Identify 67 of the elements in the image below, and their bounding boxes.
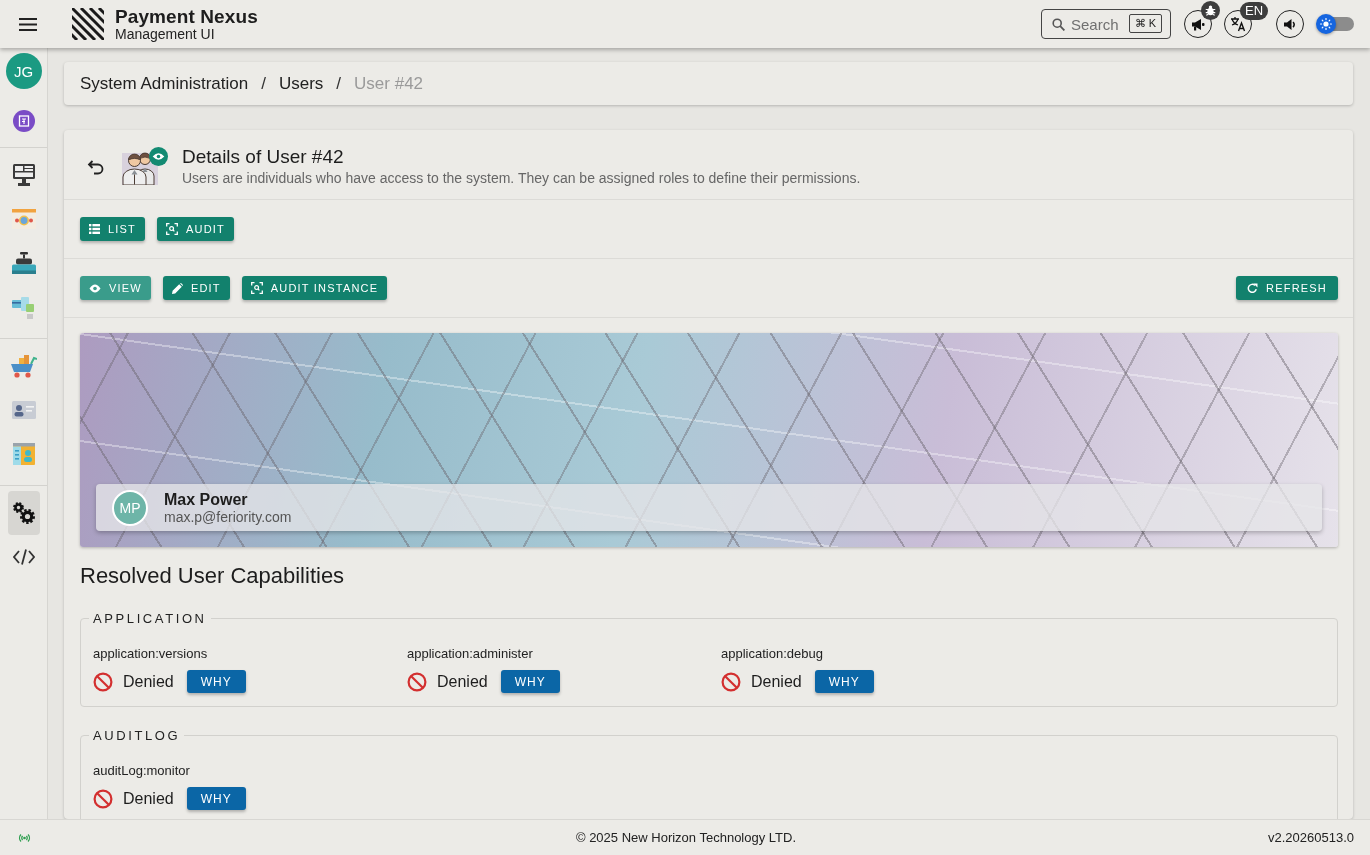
pencil-icon: [171, 282, 183, 294]
group-label: AUDITLOG: [92, 728, 182, 743]
scan-icon: [166, 223, 179, 235]
eye-icon: [89, 283, 101, 293]
status-text: Denied: [751, 672, 802, 691]
code-icon: [12, 549, 35, 565]
eye-badge-icon: [149, 147, 168, 166]
status-text: Denied: [437, 672, 488, 691]
page-description: Users are individuals who have access to the system. They can be assigned roles to define their permissions.: [182, 169, 861, 188]
breadcrumb-link[interactable]: System Administration: [80, 73, 249, 94]
why-button[interactable]: WHY: [814, 670, 874, 693]
search-icon: [1052, 18, 1065, 31]
refresh-button[interactable]: REFRESH: [1236, 276, 1338, 300]
scan-icon: [250, 282, 263, 294]
why-button[interactable]: WHY: [186, 670, 246, 693]
page-title: Details of User #42: [182, 146, 345, 168]
users-icon: [122, 149, 159, 185]
copyright-text: © 2025 New Horizon Technology LTD.: [575, 830, 797, 845]
user-email: max.p@feriority.com: [164, 508, 292, 526]
browser-gear-icon: [11, 209, 36, 229]
audit-button[interactable]: AUDIT: [157, 217, 235, 241]
brand-title: Payment Nexus: [115, 7, 258, 26]
user-avatar: MP: [112, 489, 148, 526]
list-icon: [89, 224, 100, 234]
capability-name: application:versions: [93, 646, 209, 662]
menu-icon[interactable]: [19, 17, 37, 31]
speaker-icon: [1283, 17, 1297, 31]
shortcut-hint: ⌘ K: [1128, 14, 1162, 33]
brand-subtitle: Management UI: [115, 27, 216, 41]
why-button[interactable]: WHY: [500, 670, 560, 693]
capability-name: application:administer: [407, 646, 534, 662]
audit-instance-button[interactable]: AUDIT INSTANCE: [241, 276, 388, 300]
version-text: v2.20260513.0: [1267, 830, 1354, 845]
breadcrumb-separator: /: [261, 73, 266, 94]
status-text: Denied: [123, 789, 174, 808]
view-button[interactable]: VIEW: [80, 276, 151, 300]
logo-icon: [72, 8, 104, 40]
user-avatar[interactable]: JG: [5, 53, 42, 89]
section-title: Resolved User Capabilities: [80, 562, 346, 590]
user-name: Max Power: [164, 489, 249, 509]
contacts-icon: [12, 443, 35, 465]
list-button[interactable]: LIST: [80, 217, 146, 241]
capability-name: application:debug: [721, 646, 824, 662]
breadcrumb-current: User #42: [354, 73, 424, 94]
sun-icon: [1320, 18, 1332, 30]
cash-register-icon: [11, 252, 36, 274]
cart-icon: [10, 354, 37, 378]
capability-name: auditLog:monitor: [93, 763, 191, 779]
why-button[interactable]: WHY: [186, 787, 246, 810]
bug-badge-icon: [1201, 1, 1220, 20]
refresh-icon: [1247, 282, 1259, 294]
megaphone-icon: [1191, 17, 1205, 31]
status-text: Denied: [123, 672, 174, 691]
settings-icon: [12, 502, 35, 524]
id-card-icon: [11, 401, 36, 419]
theme-switch[interactable]: [1316, 14, 1356, 34]
breadcrumb-separator: /: [336, 73, 342, 94]
devices-icon: [11, 295, 36, 319]
breadcrumb-link[interactable]: Users: [278, 73, 324, 94]
group-label: APPLICATION: [92, 611, 208, 626]
emblem-icon[interactable]: [12, 110, 35, 132]
switch-thumb[interactable]: [1316, 14, 1336, 34]
monitor-icon: [11, 164, 36, 186]
translate-icon: [1230, 16, 1246, 32]
edit-button[interactable]: EDIT: [162, 276, 230, 300]
sidebar-item[interactable]: [7, 491, 40, 535]
language-badge: EN: [1240, 2, 1269, 20]
